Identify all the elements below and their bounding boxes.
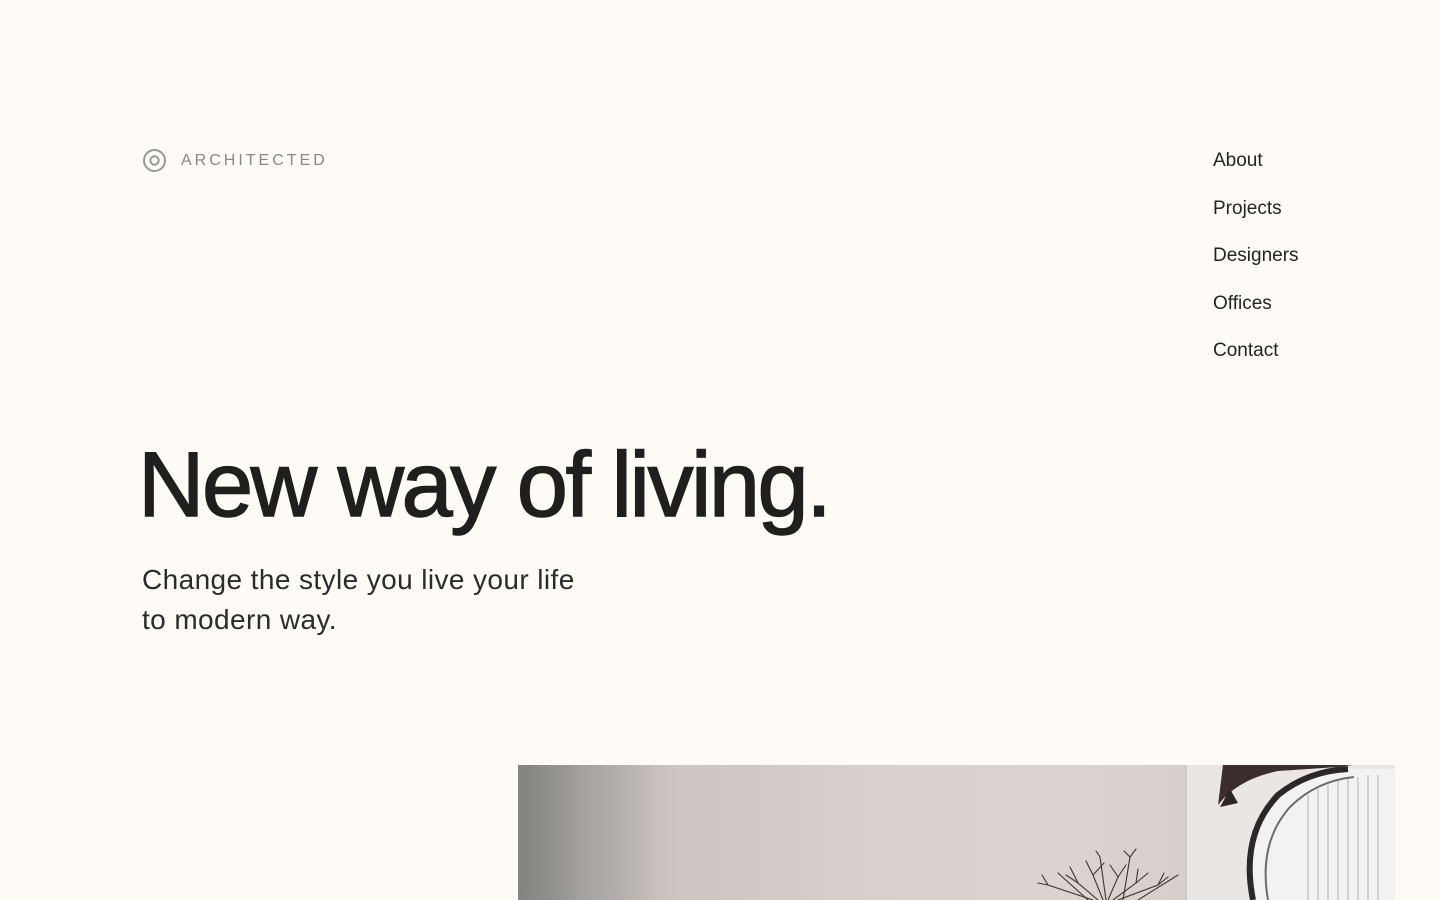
target-circle-icon xyxy=(143,149,166,172)
main-nav: About Projects Designers Offices Contact xyxy=(1213,148,1299,386)
nav-item-projects[interactable]: Projects xyxy=(1213,196,1299,222)
hero-subtitle-line-2: to modern way. xyxy=(142,604,337,635)
hero-title: New way of living. xyxy=(137,433,832,536)
hero-subtitle-line-1: Change the style you live your life xyxy=(142,564,575,595)
hero-subtitle: Change the style you live your life to m… xyxy=(142,560,575,640)
nav-item-about[interactable]: About xyxy=(1213,148,1299,174)
brand-logo-link[interactable]: ARCHITECTED xyxy=(142,148,328,173)
brand-name: ARCHITECTED xyxy=(181,151,328,169)
interior-photo-illustration xyxy=(518,765,1395,900)
nav-item-contact[interactable]: Contact xyxy=(1213,338,1299,364)
nav-item-designers[interactable]: Designers xyxy=(1213,243,1299,269)
page: ARCHITECTED About Projects Designers Off… xyxy=(0,0,1440,900)
hero-interior-image xyxy=(518,765,1395,900)
nav-item-offices[interactable]: Offices xyxy=(1213,291,1299,317)
